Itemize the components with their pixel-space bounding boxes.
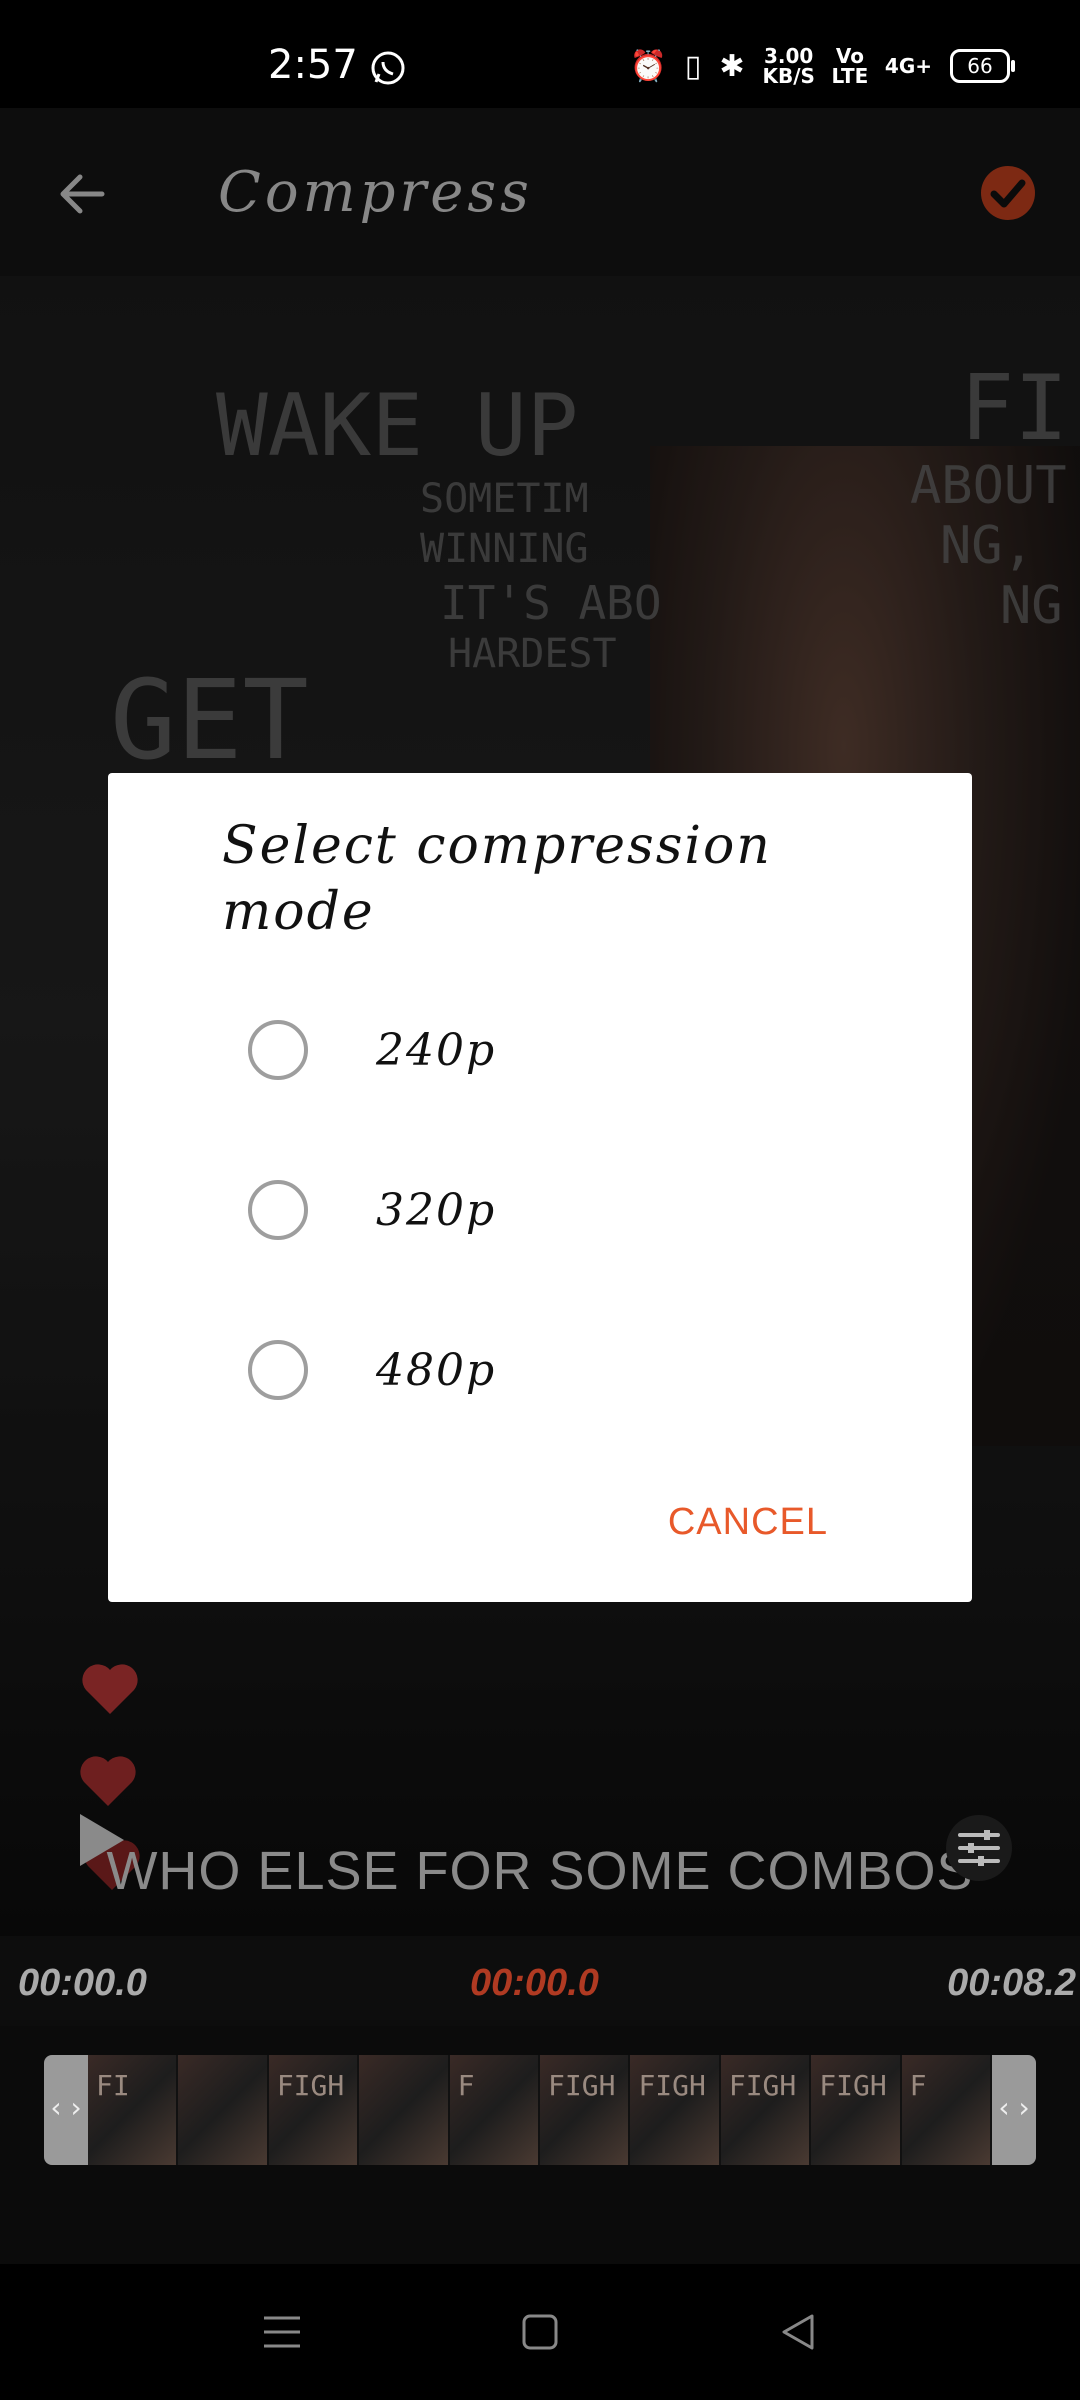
video-thumbnail: FIGH xyxy=(630,2055,721,2165)
option-480p[interactable]: 480p xyxy=(248,1325,848,1415)
video-thumbnail: FIGH xyxy=(540,2055,631,2165)
vibrate-icon: ▯ xyxy=(684,48,702,84)
radio-button[interactable] xyxy=(248,1340,308,1400)
status-bar: 2:57 ⏰ ▯ ✱ 3.00 KB/S Vo LTE 4G+ 66 xyxy=(0,0,1080,108)
video-thumbnail: F xyxy=(901,2055,993,2165)
video-subtitle: WHO ELSE FOR SOME COMBOS xyxy=(106,1841,974,1901)
video-thumbnail xyxy=(178,2055,269,2165)
bluetooth-icon: ✱ xyxy=(719,48,745,84)
start-time: 00:00.0 xyxy=(18,1962,147,2004)
network-label: 4G+ xyxy=(884,54,932,78)
battery-level: 66 xyxy=(967,54,993,78)
heart-icon xyxy=(80,1756,136,1806)
video-thumbnail: FIGH xyxy=(268,2055,360,2165)
timeline-trimmer[interactable]: ‹ › FI FIGH F FIGH FIGH FIGH FIGH F ‹ › xyxy=(44,2055,1036,2165)
compression-dialog: Select compression mode 240p 320p 480p C… xyxy=(108,773,972,1602)
volte-label: Vo LTE xyxy=(831,44,869,88)
end-time: 00:08.2 xyxy=(947,1962,1076,2004)
current-time: 00:00.0 xyxy=(470,1962,599,2004)
video-thumbnail: FI xyxy=(88,2055,179,2165)
option-320p[interactable]: 320p xyxy=(248,1165,848,1255)
thumbnail-text: FI xyxy=(96,2069,130,2102)
heart-icon xyxy=(82,1664,138,1714)
option-label: 240p xyxy=(376,1024,497,1076)
menu-icon[interactable] xyxy=(258,2308,306,2356)
video-thumbnail: FIGH xyxy=(720,2055,812,2165)
battery-icon: 66 xyxy=(950,49,1015,83)
status-time: 2:57 xyxy=(268,42,358,88)
thumbnail-text: FIGH xyxy=(638,2069,706,2102)
net-speed: 3.00 KB/S xyxy=(762,46,814,86)
video-thumbnail: FIGH xyxy=(811,2055,902,2165)
system-nav-bar xyxy=(0,2264,1080,2400)
net-speed-unit: KB/S xyxy=(762,64,815,88)
net-speed-value: 3.00 xyxy=(764,44,814,68)
thumbnail-text: F xyxy=(909,2069,927,2102)
thumbnail-text: F xyxy=(457,2069,475,2102)
thumbnail-strip[interactable]: FI FIGH F FIGH FIGH FIGH FIGH F xyxy=(88,2055,993,2165)
thumbnail-text: FIGH xyxy=(548,2069,616,2102)
video-thumbnail: F xyxy=(449,2055,541,2165)
radio-button[interactable] xyxy=(248,1180,308,1240)
back-icon[interactable] xyxy=(774,2308,822,2356)
thumbnail-text: FIGH xyxy=(728,2069,797,2102)
status-icons: ⏰ ▯ ✱ 3.00 KB/S Vo LTE 4G+ 66 xyxy=(629,44,1015,88)
option-240p[interactable]: 240p xyxy=(248,1005,848,1095)
option-label: 480p xyxy=(376,1344,497,1396)
home-icon[interactable] xyxy=(516,2308,564,2356)
radio-button[interactable] xyxy=(248,1020,308,1080)
trim-handle-left[interactable]: ‹ › xyxy=(44,2091,88,2124)
cancel-button[interactable]: CANCEL xyxy=(668,1501,828,1544)
option-label: 320p xyxy=(376,1184,497,1236)
trim-handle-right[interactable]: ‹ › xyxy=(992,2091,1036,2124)
alarm-icon: ⏰ xyxy=(629,48,667,84)
video-thumbnail xyxy=(359,2055,450,2165)
adjust-filters-icon[interactable] xyxy=(946,1815,1012,1881)
thumbnail-text: FIGH xyxy=(276,2069,345,2102)
whatsapp-icon xyxy=(371,51,405,85)
dialog-title: Select compression mode xyxy=(222,816,772,942)
thumbnail-text: FIGH xyxy=(819,2069,887,2102)
